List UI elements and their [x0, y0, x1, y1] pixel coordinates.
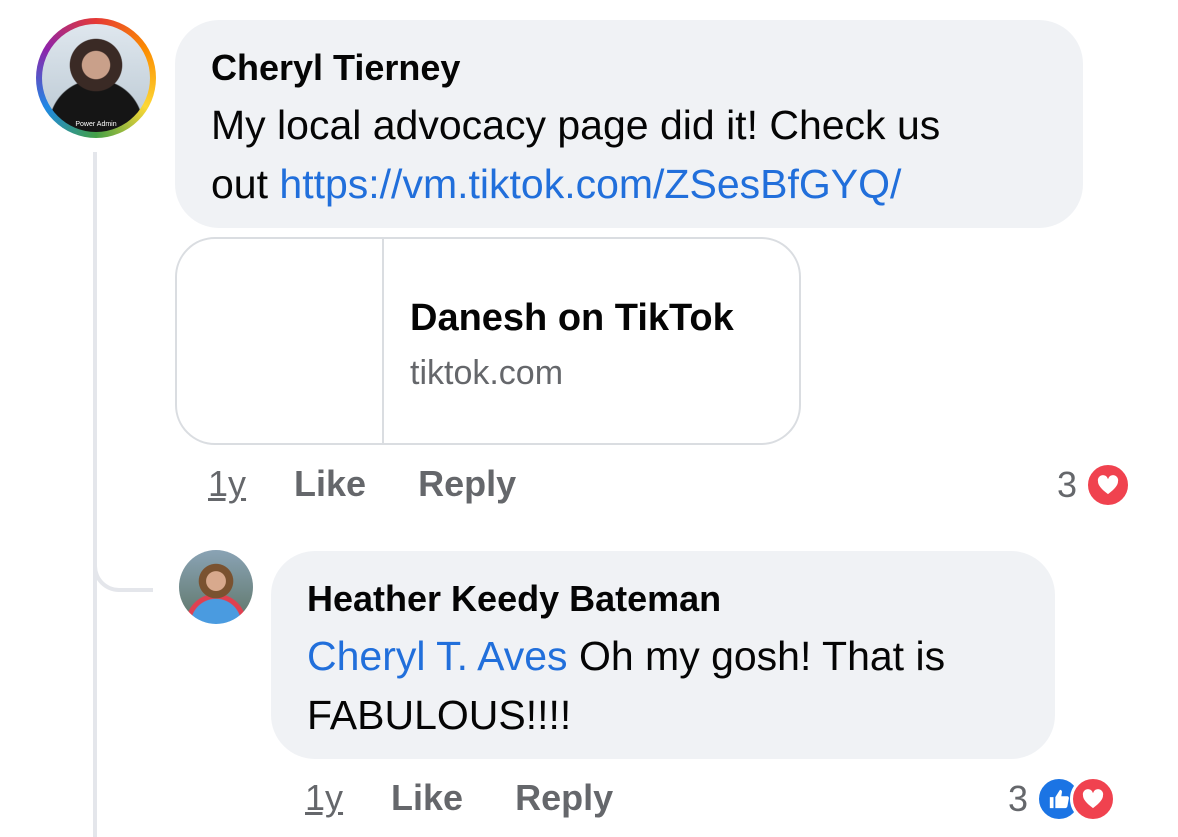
avatar-badge: Power Admin: [75, 121, 117, 128]
comment-text-prefix: out: [211, 161, 280, 207]
reply-button[interactable]: Reply: [418, 463, 516, 505]
reply-text-line1: Cheryl T. Aves Oh my gosh! That is: [307, 627, 1019, 686]
reply-reaction-icons: [1036, 776, 1117, 822]
comment-author[interactable]: Cheryl Tierney: [211, 46, 1047, 90]
like-button[interactable]: Like: [294, 463, 366, 505]
reply-text-line2: FABULOUS!!!!: [307, 692, 572, 738]
link-preview-thumbnail: [177, 239, 384, 443]
comment-reactions[interactable]: 3: [1057, 462, 1132, 508]
comment-text-line1: My local advocacy page did it! Check us: [211, 102, 941, 148]
reply-author[interactable]: Heather Keedy Bateman: [307, 577, 1019, 621]
comment-text-line2: out https://vm.tiktok.com/ZSesBfGYQ/: [211, 155, 1047, 214]
thread-line: [93, 152, 97, 837]
comment-timestamp[interactable]: 1y: [208, 463, 246, 505]
reply-timestamp[interactable]: 1y: [305, 777, 343, 819]
reaction-count: 3: [1057, 464, 1078, 505]
reply-reactions[interactable]: 3: [1008, 776, 1117, 822]
reply-actions: 1y Like Reply: [305, 777, 665, 819]
link-preview-card[interactable]: Danesh on TikTok tiktok.com: [175, 237, 801, 445]
reply-text: Cheryl T. Aves Oh my gosh! That is FABUL…: [307, 627, 1019, 745]
avatar[interactable]: Power Admin: [36, 18, 156, 138]
comment-thread: Power Admin Cheryl Tierney My local advo…: [0, 0, 1178, 837]
reply-like-button[interactable]: Like: [391, 777, 463, 819]
comment-link[interactable]: https://vm.tiktok.com/ZSesBfGYQ/: [279, 161, 901, 207]
link-preview-domain: tiktok.com: [410, 354, 564, 392]
comment-bubble: Cheryl Tierney My local advocacy page di…: [175, 20, 1083, 228]
reply-avatar[interactable]: [179, 550, 253, 624]
love-reaction-icon: [1070, 776, 1117, 822]
avatar-photo: Power Admin: [42, 24, 150, 132]
reply-reply-button[interactable]: Reply: [515, 777, 613, 819]
link-preview-title[interactable]: Danesh on TikTok: [410, 297, 734, 340]
reply-mention[interactable]: Cheryl T. Aves: [307, 633, 568, 679]
love-reaction-icon: [1085, 462, 1132, 508]
reply-reaction-count: 3: [1008, 778, 1029, 819]
comment-actions: 1y Like Reply: [208, 463, 568, 505]
comment-text: My local advocacy page did it! Check us …: [211, 96, 1047, 214]
reply-text-after-mention: Oh my gosh! That is: [567, 633, 946, 679]
reply-bubble: Heather Keedy Bateman Cheryl T. Aves Oh …: [271, 551, 1055, 759]
thread-elbow: [93, 540, 153, 592]
